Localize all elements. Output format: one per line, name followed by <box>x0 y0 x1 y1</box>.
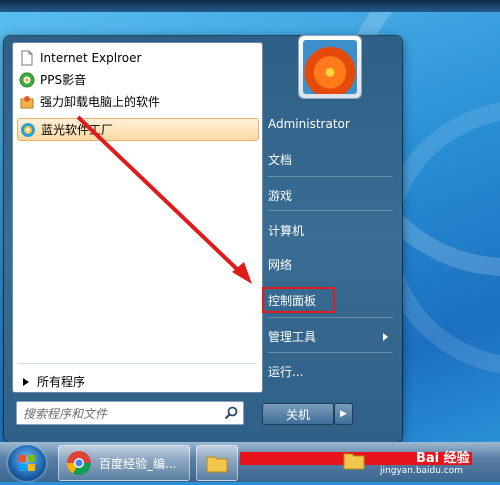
taskbar-item-browser[interactable]: 百度经验_编... <box>58 445 190 481</box>
watermark-brand: Bai 经验 <box>416 451 470 466</box>
taskbar-item-label: 百度经验_编... <box>99 457 177 471</box>
windows-logo-icon <box>19 455 35 471</box>
start-button[interactable] <box>8 445 46 481</box>
browser-icon <box>67 451 91 476</box>
folder-icon <box>343 453 365 470</box>
watermark-url: jingyan.baidu.com <box>380 466 464 476</box>
taskbar-item-explorer[interactable] <box>196 445 238 481</box>
folder-icon <box>206 456 228 473</box>
annotation-arrow <box>76 115 252 284</box>
